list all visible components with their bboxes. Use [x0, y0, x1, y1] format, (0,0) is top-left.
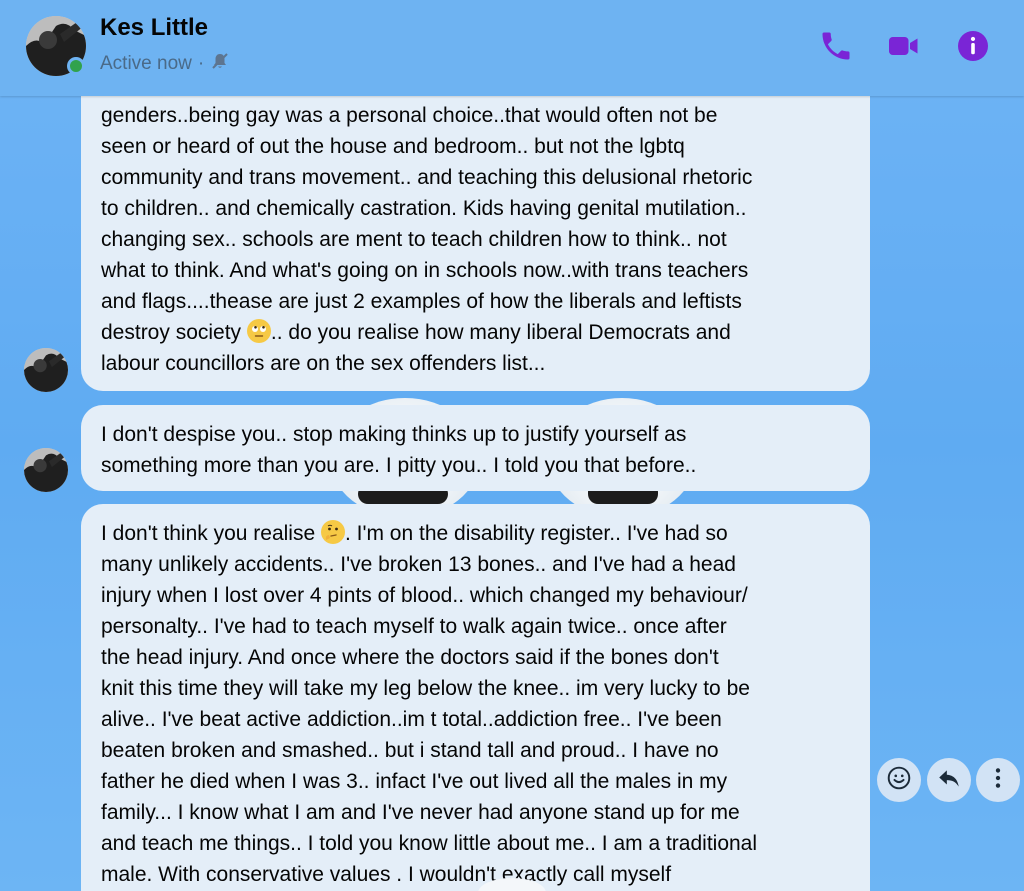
sender-avatar[interactable] [24, 348, 68, 392]
thinking-face-icon [320, 520, 345, 544]
message-text: destroy society [101, 321, 247, 344]
message-line: changing sex.. schools are ment to teach… [101, 228, 727, 251]
message-line: family... I know what I am and I've neve… [101, 801, 740, 824]
muted-bell-icon [210, 51, 230, 77]
message-line: seen or heard of out the house and bedro… [101, 135, 685, 158]
message-line: what to think. And what's going on in sc… [101, 259, 749, 282]
message-line: destroy society .. do you realise how ma… [101, 317, 850, 348]
message-line: and teach me things.. I told you know li… [101, 832, 758, 855]
active-status: Active now · [100, 51, 230, 77]
message-line: injury when I lost over 4 pints of blood… [101, 584, 748, 607]
message-text: .. do you realise how many liberal Democ… [270, 321, 731, 344]
message-line: something more than you are. I pitty you… [101, 454, 697, 477]
phone-icon[interactable] [818, 28, 854, 64]
info-icon[interactable] [955, 28, 991, 64]
message-bubble[interactable]: I don't think you realise . I'm on the d… [81, 504, 870, 891]
online-status-indicator [67, 57, 85, 75]
more-options-button[interactable] [976, 758, 1020, 802]
message-text: . I'm on the disability register.. I've … [344, 522, 728, 545]
message-bubble[interactable]: I don't despise you.. stop making thinks… [81, 405, 870, 491]
message-line: father he died when I was 3.. infact I'v… [101, 770, 728, 793]
message-line: many unlikely accidents.. I've broken 13… [101, 553, 736, 576]
message-line: the head injury. And once where the doct… [101, 646, 719, 669]
message-line: alive.. I've beat active addiction..im t… [101, 708, 722, 731]
message-line: genders..being gay was a personal choice… [101, 104, 718, 127]
message-text: I don't think you realise [101, 522, 321, 545]
message-line: and flags....thease are just 2 examples … [101, 290, 742, 313]
message-line: community and trans movement.. and teach… [101, 166, 753, 189]
message-line: I don't think you realise . I'm on the d… [101, 518, 850, 549]
message-bubble[interactable]: genders..being gay was a personal choice… [81, 60, 870, 391]
contact-name[interactable]: Kes Little [100, 14, 208, 42]
status-separator: · [197, 53, 205, 74]
reply-button[interactable] [927, 758, 971, 802]
message-line: I don't despise you.. stop making thinks… [101, 423, 687, 446]
message-line: to children.. and chemically castration.… [101, 197, 747, 220]
reply-icon [936, 765, 962, 796]
message-line: labour councillors are on the sex offend… [101, 352, 546, 375]
message-line: knit this time they will take my leg bel… [101, 677, 750, 700]
react-button[interactable] [877, 758, 921, 802]
message-line: beaten broken and smashed.. but i stand … [101, 739, 719, 762]
face-with-rolling-eyes-icon [246, 319, 271, 343]
message-line: male. With conservative values . I would… [101, 863, 672, 886]
message-line: personalty.. I've had to teach myself to… [101, 615, 727, 638]
sender-avatar[interactable] [24, 448, 68, 492]
video-camera-icon[interactable] [886, 28, 922, 64]
chat-header: Kes Little Active now · [0, 0, 1024, 96]
status-text: Active now [100, 53, 192, 74]
more-icon [985, 765, 1011, 796]
react-icon [886, 765, 912, 796]
